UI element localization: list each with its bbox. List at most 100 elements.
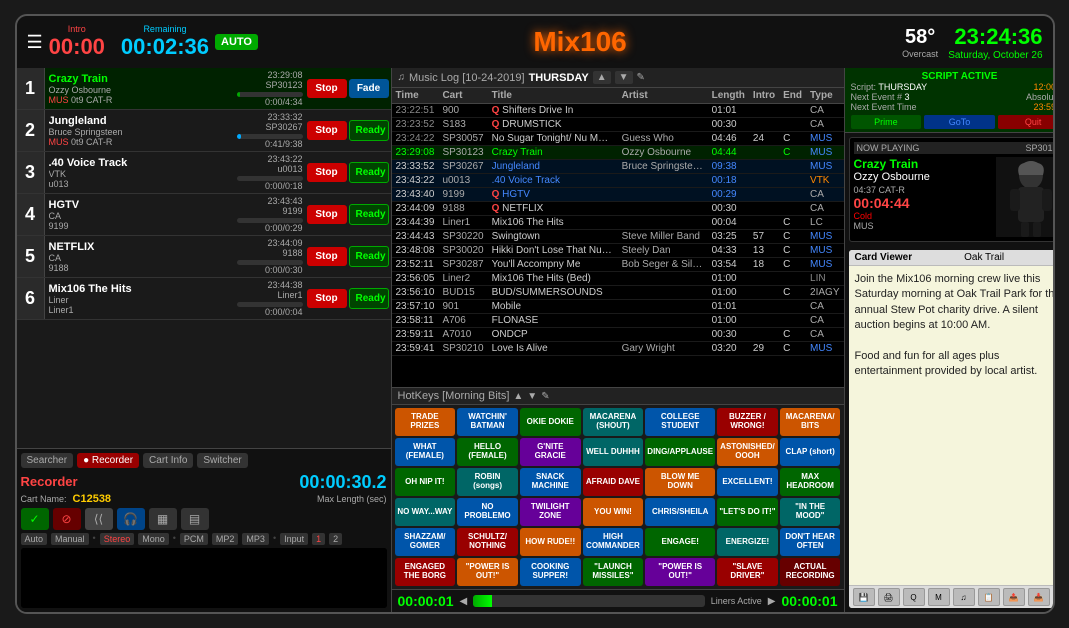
log-edit-icon[interactable]: ✎ (637, 72, 645, 83)
log-table-container[interactable]: Time Cart Title Artist Length Intro End … (392, 88, 844, 387)
hotkey-btn-2[interactable]: OKIE DOKIE (520, 408, 581, 436)
hotkey-btn-23[interactable]: TWILIGHT ZONE (520, 498, 581, 526)
log-row-4[interactable]: 23:33:52 SP30267 Jungleland Bruce Spring… (392, 160, 844, 174)
rec-check-btn[interactable]: ✓ (21, 508, 49, 530)
rec-opt-stereo[interactable]: Stereo (100, 533, 135, 545)
log-row-7[interactable]: 23:44:09 9188 Q NETFLIX 00:30 CA (392, 202, 844, 216)
rec-monitor-btn[interactable]: ▦ (149, 508, 177, 530)
tab-searcher[interactable]: Searcher (21, 453, 74, 468)
hotkey-btn-26[interactable]: "LET'S DO IT!" (717, 498, 778, 526)
rec-opt-manual[interactable]: Manual (51, 533, 89, 545)
hotkey-btn-25[interactable]: CHRIS/SHEILA (645, 498, 715, 526)
log-row-9[interactable]: 23:44:43 SP30220 Swingtown Steve Miller … (392, 230, 844, 244)
hotkey-btn-35[interactable]: ENGAGED THE BORG (395, 558, 456, 586)
hotkey-btn-37[interactable]: COOKING SUPPER! (520, 558, 581, 586)
hotkey-btn-20[interactable]: MAX HEADROOM (780, 468, 841, 496)
cv-music-btn[interactable]: ♫ (953, 588, 975, 606)
log-row-17[interactable]: 23:59:41 SP30210 Love Is Alive Gary Wrig… (392, 342, 844, 356)
hotkey-btn-30[interactable]: HOW RUDE!! (520, 528, 581, 556)
hotkey-btn-34[interactable]: DON'T HEAR OFTEN (780, 528, 841, 556)
log-row-2[interactable]: 23:24:22 SP30057 No Sugar Tonight/ Nu Mo… (392, 132, 844, 146)
auto-badge[interactable]: AUTO (215, 34, 258, 50)
deck-stop-btn-3[interactable]: Stop (307, 163, 347, 182)
deck-ready-btn-3[interactable]: Ready (349, 162, 389, 183)
tab-recorder[interactable]: ● Recorder (77, 453, 139, 468)
log-row-3[interactable]: 23:29:08 SP30123 Crazy Train Ozzy Osbour… (392, 146, 844, 160)
timeline-bar-track[interactable] (473, 595, 704, 607)
hotkey-btn-4[interactable]: COLLEGE STUDENT (645, 408, 715, 436)
rec-opt-pcm[interactable]: PCM (180, 533, 208, 545)
log-down-btn[interactable]: ▼ (615, 71, 633, 84)
hotkey-btn-10[interactable]: WELL DUHHH (583, 438, 644, 466)
hotkey-btn-14[interactable]: OH NIP IT! (395, 468, 456, 496)
hotkey-btn-17[interactable]: AFRAID DAVE (583, 468, 644, 496)
log-row-12[interactable]: 23:56:05 Liner2 Mix106 The Hits (Bed) 01… (392, 272, 844, 286)
hotkey-btn-19[interactable]: EXCELLENT! (717, 468, 778, 496)
log-row-16[interactable]: 23:59:11 A7010 ONDCP 00:30 C CA (392, 328, 844, 342)
log-row-15[interactable]: 23:58:11 A706 FLONASE 01:00 CA (392, 314, 844, 328)
hotkey-btn-12[interactable]: ASTONISHED/ OOOH (717, 438, 778, 466)
log-row-1[interactable]: 23:23:52 S183 Q DRUMSTICK 00:30 CA (392, 118, 844, 132)
hotkey-btn-7[interactable]: WHAT (FEMALE) (395, 438, 456, 466)
hotkey-btn-22[interactable]: NO PROBLEMO (457, 498, 518, 526)
tab-cart-info[interactable]: Cart Info (143, 453, 193, 468)
hotkey-btn-8[interactable]: HELLO (FEMALE) (457, 438, 518, 466)
log-row-11[interactable]: 23:52:11 SP30287 You'll Accompny Me Bob … (392, 258, 844, 272)
cv-import-btn[interactable]: 📥 (1028, 588, 1050, 606)
cv-clipboard-btn[interactable]: 📋 (978, 588, 1000, 606)
rec-headphones-btn[interactable]: 🎧 (117, 508, 145, 530)
log-row-13[interactable]: 23:56:10 BUD15 BUD/SUMMERSOUNDS 01:00 C … (392, 286, 844, 300)
log-row-10[interactable]: 23:48:08 SP30020 Hikki Don't Lose That N… (392, 244, 844, 258)
cv-m-btn[interactable]: M (928, 588, 950, 606)
hotkey-btn-0[interactable]: TRADE PRIZES (395, 408, 456, 436)
hotkey-btn-32[interactable]: ENGAGE! (645, 528, 715, 556)
deck-stop-btn-4[interactable]: Stop (307, 205, 347, 224)
hotkey-btn-21[interactable]: NO WAY...WAY (395, 498, 456, 526)
hotkey-btn-39[interactable]: "POWER IS OUT!" (645, 558, 715, 586)
deck-stop-btn-6[interactable]: Stop (307, 289, 347, 308)
hotkey-btn-38[interactable]: "LAUNCH MISSILES" (583, 558, 644, 586)
deck-ready-btn-5[interactable]: Ready (349, 246, 389, 267)
deck-stop-btn-5[interactable]: Stop (307, 247, 347, 266)
prime-button[interactable]: Prime (851, 115, 922, 129)
hotkey-btn-13[interactable]: CLAP (short) (780, 438, 841, 466)
hotkeys-edit-icon[interactable]: ✎ (541, 391, 549, 402)
deck-ready-btn-4[interactable]: Ready (349, 204, 389, 225)
log-row-6[interactable]: 23:43:40 9199 Q HGTV 00:29 CA (392, 188, 844, 202)
hotkey-btn-33[interactable]: ENERGIZE! (717, 528, 778, 556)
log-row-0[interactable]: 23:22:51 900 Q Shifters Drive In 01:01 C… (392, 104, 844, 118)
deck-fade-btn-1[interactable]: Fade (349, 79, 389, 98)
hotkey-btn-6[interactable]: MACARENA/ BITS (780, 408, 841, 436)
hotkey-btn-16[interactable]: SNACK MACHINE (520, 468, 581, 496)
log-up-btn[interactable]: ▲ (593, 71, 611, 84)
hotkey-btn-1[interactable]: WATCHIN' BATMAN (457, 408, 518, 436)
hotkey-btn-5[interactable]: BUZZER / WRONG! (717, 408, 778, 436)
rec-opt-input2[interactable]: 2 (329, 533, 342, 545)
hotkey-btn-24[interactable]: YOU WIN! (583, 498, 644, 526)
hotkey-btn-9[interactable]: G'NITE GRACIE (520, 438, 581, 466)
deck-ready-btn-2[interactable]: Ready (349, 120, 389, 141)
log-row-5[interactable]: 23:43:22 u0013 .40 Voice Track 00:18 VTK (392, 174, 844, 188)
cv-save-btn[interactable]: 💾 (853, 588, 875, 606)
deck-ready-btn-6[interactable]: Ready (349, 288, 389, 309)
rec-extra-btn[interactable]: ▤ (181, 508, 209, 530)
hotkey-btn-41[interactable]: ACTUAL RECORDING (780, 558, 841, 586)
hotkey-btn-18[interactable]: BLOW ME DOWN (645, 468, 715, 496)
rec-opt-mono[interactable]: Mono (138, 533, 169, 545)
tab-switcher[interactable]: Switcher (197, 453, 247, 468)
deck-stop-btn-1[interactable]: Stop (307, 79, 347, 98)
cv-export-btn[interactable]: 📤 (1003, 588, 1025, 606)
hotkey-btn-28[interactable]: SHAZZAM/ GOMER (395, 528, 456, 556)
rec-rewind-btn[interactable]: ⟨⟨ (85, 508, 113, 530)
hotkeys-up-btn[interactable]: ▲ (513, 391, 523, 402)
hotkey-btn-15[interactable]: ROBIN (songs) (457, 468, 518, 496)
deck-stop-btn-2[interactable]: Stop (307, 121, 347, 140)
cv-print-btn[interactable]: 🖨 (878, 588, 900, 606)
goto-button[interactable]: GoTo (924, 115, 995, 129)
cv-q-btn[interactable]: Q (903, 588, 925, 606)
log-row-8[interactable]: 23:44:39 Liner1 Mix106 The Hits 00:04 C … (392, 216, 844, 230)
hotkeys-down-btn[interactable]: ▼ (527, 391, 537, 402)
rec-opt-auto[interactable]: Auto (21, 533, 48, 545)
menu-icon[interactable]: ☰ (27, 32, 43, 53)
rec-stop-btn[interactable]: ⊘ (53, 508, 81, 530)
